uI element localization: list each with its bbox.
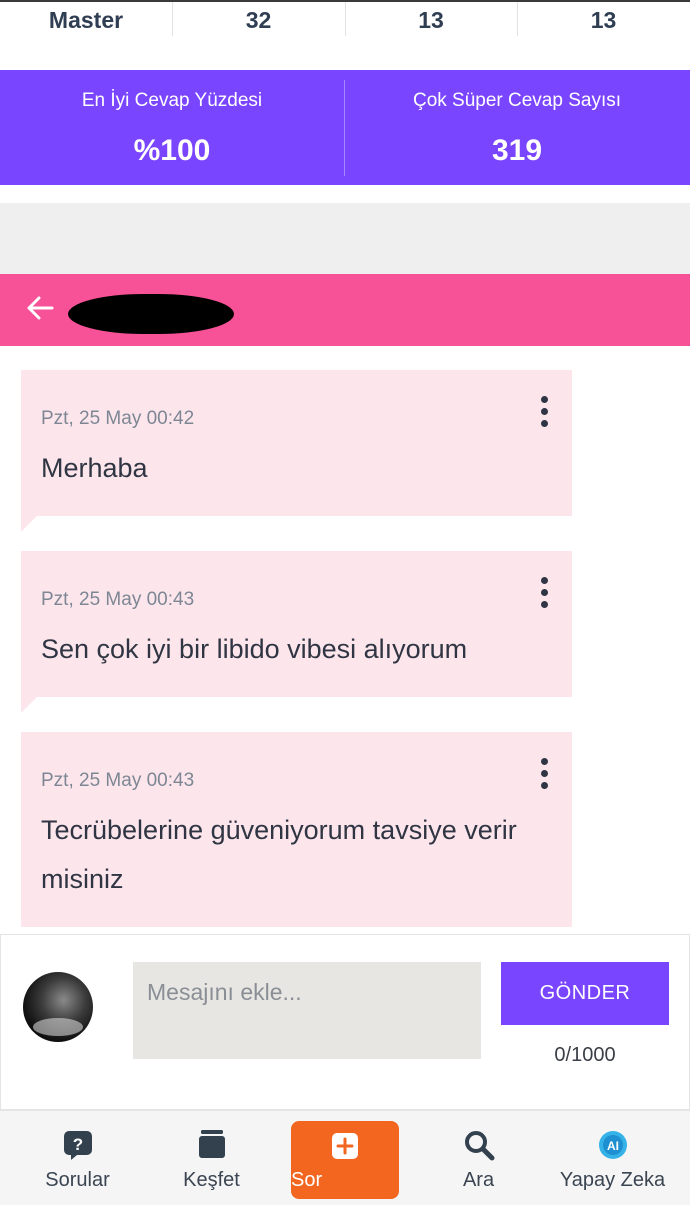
message-text: Merhaba <box>41 453 148 483</box>
message-timestamp: Pzt, 25 May 00:42 <box>41 408 195 429</box>
message-timestamp: Pzt, 25 May 00:43 <box>41 589 195 610</box>
svg-text:AI: AI <box>607 1139 619 1153</box>
cards-icon <box>198 1130 225 1158</box>
message-text: Sen çok iyi bir libido vibesi alıyorum <box>41 634 468 664</box>
message-text: Tecrübelerine güveniyorum tavsiye verir … <box>41 815 517 894</box>
back-arrow-icon[interactable] <box>24 292 56 324</box>
super-answer-value: 319 <box>491 134 543 167</box>
more-options-icon[interactable] <box>538 577 550 611</box>
nav-item-discover[interactable]: Keşfet <box>144 1111 279 1205</box>
level-value: Master <box>48 6 124 33</box>
nav-label: Keşfet <box>183 1169 240 1191</box>
message-bubble: Pzt, 25 May 00:43 Sen çok iyi bir libido… <box>21 551 572 713</box>
stat-value: 13 <box>418 6 444 33</box>
avatar <box>23 972 93 1042</box>
stat-value: 32 <box>245 6 272 33</box>
super-answer-label: Çok Süper Cevap Sayısı <box>412 90 622 111</box>
redacted-username <box>68 294 234 334</box>
ai-icon: AI <box>598 1131 627 1159</box>
best-answer-label: En İyi Cevap Yüzdesi <box>81 90 263 111</box>
nav-label: Sor <box>291 1169 323 1191</box>
nav-label: Ara <box>462 1169 495 1191</box>
message-composer: GÖNDER 0/1000 <box>0 934 690 1110</box>
more-options-icon[interactable] <box>538 758 550 792</box>
nav-item-ai[interactable]: AI Yapay Zeka <box>545 1111 680 1205</box>
best-answer-stat: En İyi Cevap Yüzdesi %100 <box>0 70 344 185</box>
character-counter: 0/1000 <box>554 1044 616 1066</box>
nav-label: Yapay Zeka <box>559 1169 666 1191</box>
spacer <box>0 203 690 274</box>
message-timestamp: Pzt, 25 May 00:43 <box>41 770 195 791</box>
answer-stats-banner: En İyi Cevap Yüzdesi %100 Çok Süper Ceva… <box>0 70 690 185</box>
chat-header <box>0 274 690 346</box>
message-bubble: Pzt, 25 May 00:42 Merhaba <box>21 370 572 532</box>
stats-row: Master 32 13 13 <box>0 0 690 72</box>
search-icon <box>464 1131 494 1161</box>
message-bubble: Pzt, 25 May 00:43 Tecrübelerine güveniyo… <box>21 732 572 927</box>
send-button[interactable]: GÖNDER <box>501 962 669 1025</box>
nav-item-ask[interactable]: Sor <box>291 1121 399 1199</box>
stat-value: 13 <box>590 6 617 33</box>
super-answer-stat: Çok Süper Cevap Sayısı 319 <box>345 70 689 185</box>
message-input[interactable] <box>133 962 481 1059</box>
more-options-icon[interactable] <box>538 396 550 430</box>
nav-item-search[interactable]: Ara <box>411 1111 546 1205</box>
best-answer-value: %100 <box>133 134 211 167</box>
nav-item-questions[interactable]: ? Sorular <box>10 1111 145 1205</box>
question-bubble-icon: ? <box>63 1131 92 1160</box>
bottom-nav: ? Sorular Keşfet Sor Ara AI Yapay Zeka <box>0 1110 690 1205</box>
nav-label: Sorular <box>45 1169 110 1191</box>
plus-icon <box>332 1133 358 1159</box>
bubble-tail <box>21 516 37 532</box>
svg-text:?: ? <box>72 1135 82 1154</box>
bubble-tail <box>21 697 37 713</box>
